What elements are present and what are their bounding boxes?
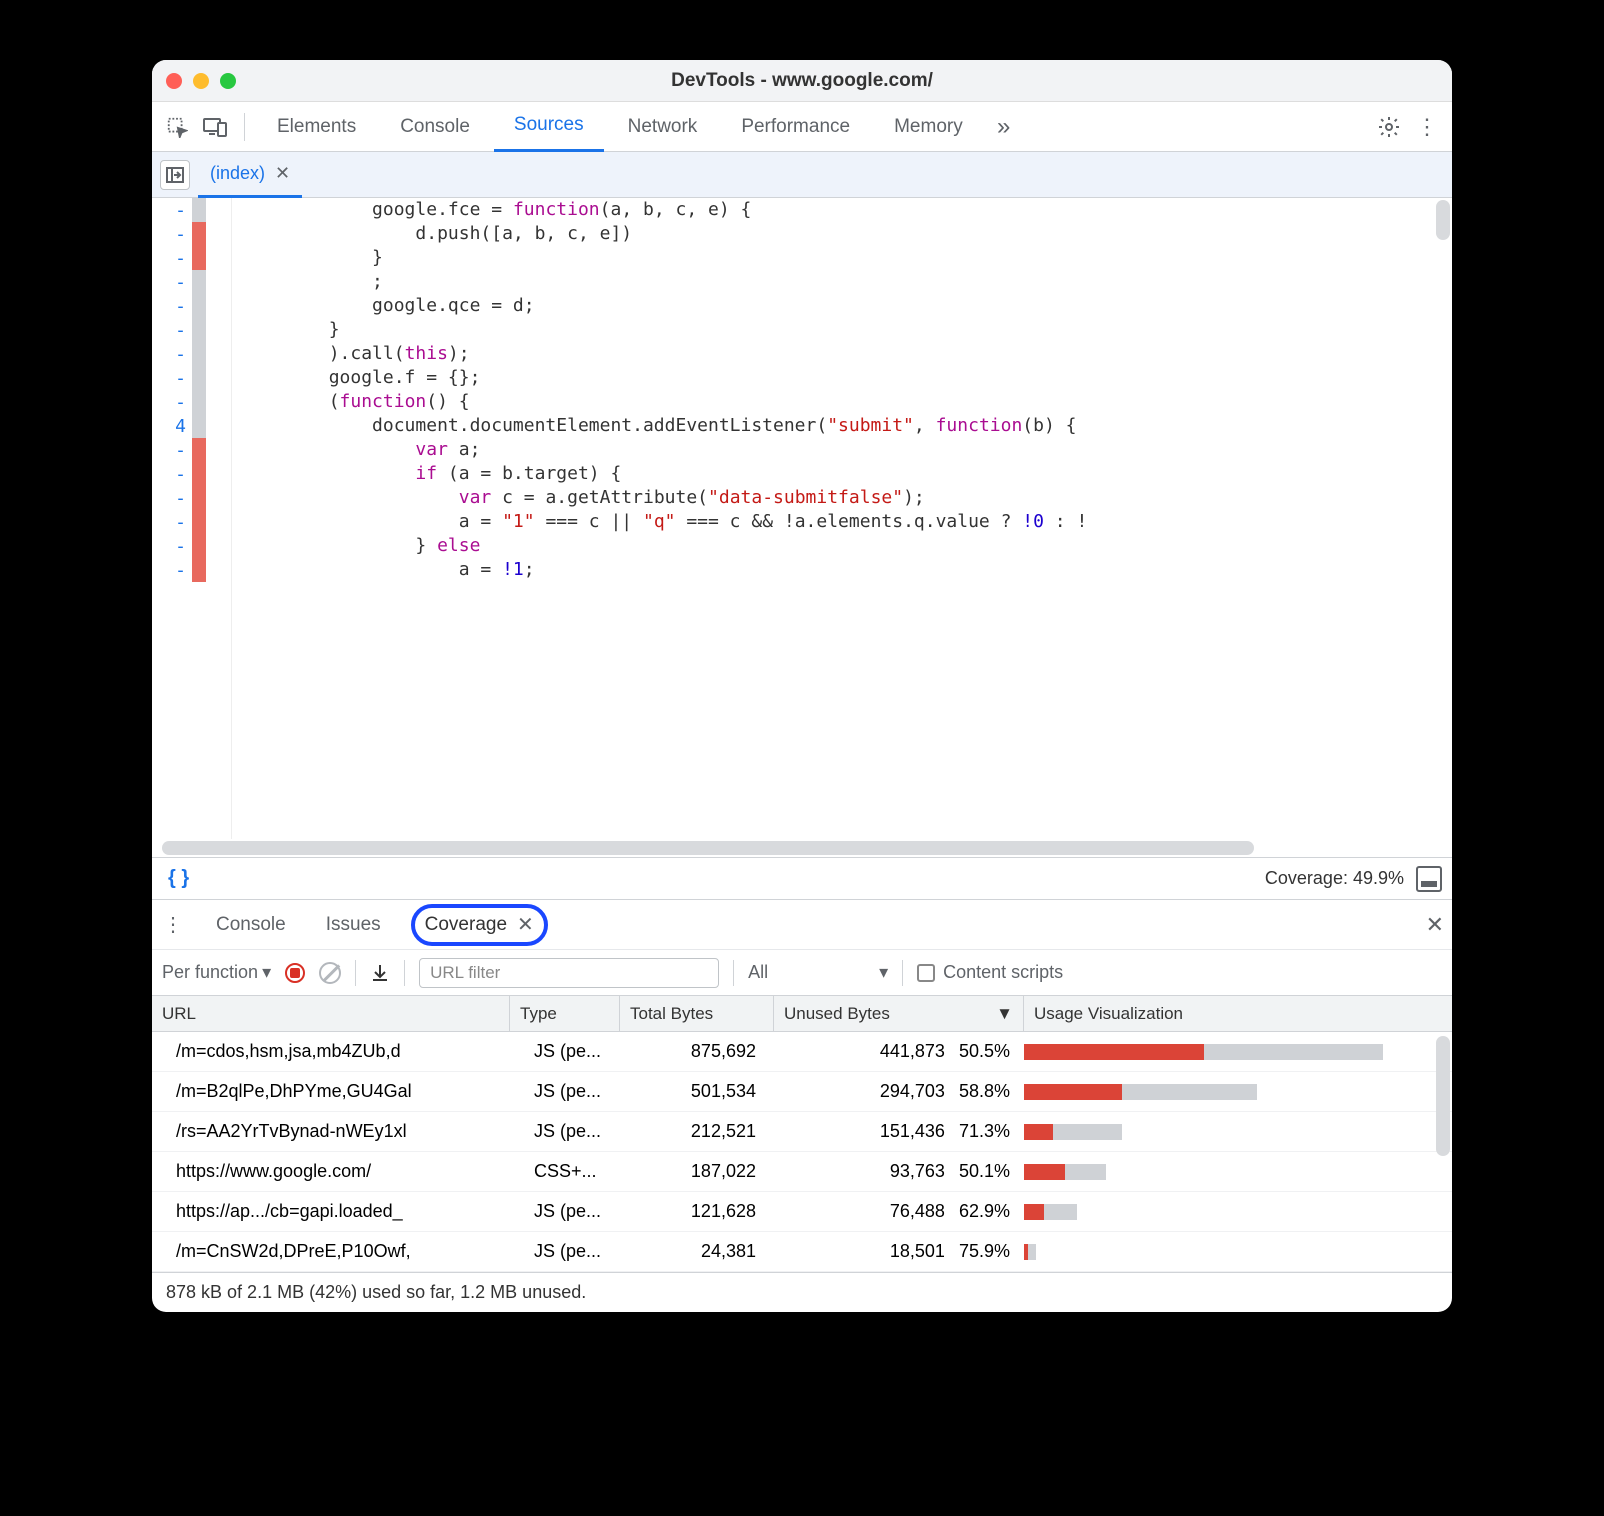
chevron-down-icon: ▾ <box>262 962 271 983</box>
show-navigator-icon[interactable] <box>160 160 190 190</box>
drawer-tab-coverage[interactable]: Coverage ✕ <box>411 904 548 946</box>
devtools-window: DevTools - www.google.com/ Elements Cons… <box>152 60 1452 1312</box>
tab-console[interactable]: Console <box>380 102 490 152</box>
th-total[interactable]: Total Bytes <box>620 996 774 1031</box>
coverage-toolbar: Per function ▾ URL filter All ▾ Content … <box>152 949 1452 995</box>
editor-area: ---------4------ google.fce = function(a… <box>152 198 1452 839</box>
more-tabs-icon[interactable]: » <box>987 110 1021 144</box>
tab-performance[interactable]: Performance <box>721 102 870 152</box>
th-type[interactable]: Type <box>510 996 620 1031</box>
drawer-tabs: ⋮ Console Issues Coverage ✕ ✕ <box>152 899 1452 949</box>
content-scripts-label: Content scripts <box>943 962 1063 983</box>
device-toolbar-icon[interactable] <box>198 110 232 144</box>
table-row[interactable]: https://ap.../cb=gapi.loaded_JS (pe...12… <box>152 1192 1452 1232</box>
th-viz[interactable]: Usage Visualization <box>1024 996 1452 1031</box>
sort-desc-icon: ▼ <box>996 1004 1013 1024</box>
pretty-print-icon[interactable]: { } <box>162 867 195 890</box>
chevron-down-icon: ▾ <box>879 962 888 983</box>
th-url[interactable]: URL <box>152 996 510 1031</box>
url-filter-input[interactable]: URL filter <box>419 958 719 988</box>
tab-elements[interactable]: Elements <box>257 102 376 152</box>
drawer-tab-label: Coverage <box>425 914 507 936</box>
checkbox-icon <box>917 964 935 982</box>
file-tabs-bar: (index) ✕ <box>152 152 1452 198</box>
url-filter-placeholder: URL filter <box>430 963 500 983</box>
coverage-footer: 878 kB of 2.1 MB (42%) used so far, 1.2 … <box>152 1272 1452 1312</box>
granularity-label: Per function <box>162 962 258 983</box>
drawer-tab-console[interactable]: Console <box>206 900 296 950</box>
file-tab-index[interactable]: (index) ✕ <box>198 152 302 198</box>
drawer-tab-issues[interactable]: Issues <box>316 900 391 950</box>
granularity-select[interactable]: Per function ▾ <box>162 962 271 983</box>
kebab-menu-icon[interactable]: ⋮ <box>1410 110 1444 144</box>
coverage-status: Coverage: 49.9% <box>1265 868 1404 889</box>
type-filter-select[interactable]: All ▾ <box>748 962 888 983</box>
table-row[interactable]: /rs=AA2YrTvBynad-nWEy1xlJS (pe...212,521… <box>152 1112 1452 1152</box>
content-scripts-toggle[interactable]: Content scripts <box>917 962 1063 983</box>
table-v-scrollbar[interactable] <box>1436 1036 1450 1156</box>
table-row[interactable]: /m=B2qlPe,DhPYme,GU4GalJS (pe...501,5342… <box>152 1072 1452 1112</box>
table-row[interactable]: /m=CnSW2d,DPreE,P10Owf,JS (pe...24,38118… <box>152 1232 1452 1272</box>
sidebar-toggle-icon[interactable] <box>1416 866 1442 892</box>
main-tabs: Elements Console Sources Network Perform… <box>152 102 1452 152</box>
tab-network[interactable]: Network <box>608 102 718 152</box>
type-filter-label: All <box>748 962 768 983</box>
editor-status-bar: { } Coverage: 49.9% <box>152 857 1452 899</box>
editor-v-scrollbar[interactable] <box>1436 200 1450 240</box>
close-drawer-icon[interactable]: ✕ <box>1426 912 1444 938</box>
coverage-table: URL Type Total Bytes Unused Bytes ▼ Usag… <box>152 995 1452 1272</box>
footer-text: 878 kB of 2.1 MB (42%) used so far, 1.2 … <box>166 1282 586 1303</box>
export-button[interactable] <box>370 963 390 983</box>
table-header: URL Type Total Bytes Unused Bytes ▼ Usag… <box>152 996 1452 1032</box>
table-row[interactable]: https://www.google.com/CSS+...187,02293,… <box>152 1152 1452 1192</box>
file-tab-label: (index) <box>210 163 265 184</box>
clear-button[interactable] <box>319 962 341 984</box>
drawer-more-icon[interactable]: ⋮ <box>160 912 186 937</box>
editor-gutter: ---------4------ <box>152 198 232 839</box>
table-row[interactable]: /m=cdos,hsm,jsa,mb4ZUb,dJS (pe...875,692… <box>152 1032 1452 1072</box>
code-editor[interactable]: google.fce = function(a, b, c, e) { d.pu… <box>232 198 1452 839</box>
table-body: /m=cdos,hsm,jsa,mb4ZUb,dJS (pe...875,692… <box>152 1032 1452 1272</box>
tab-sources[interactable]: Sources <box>494 102 604 152</box>
editor-h-scrollbar[interactable] <box>152 839 1452 857</box>
th-unused[interactable]: Unused Bytes ▼ <box>774 996 1024 1031</box>
titlebar: DevTools - www.google.com/ <box>152 60 1452 102</box>
gear-icon[interactable] <box>1372 110 1406 144</box>
window-title: DevTools - www.google.com/ <box>152 70 1452 92</box>
inspect-element-icon[interactable] <box>160 110 194 144</box>
close-file-tab-icon[interactable]: ✕ <box>275 163 290 184</box>
tab-memory[interactable]: Memory <box>874 102 983 152</box>
close-drawer-tab-icon[interactable]: ✕ <box>517 912 534 937</box>
record-button[interactable] <box>285 963 305 983</box>
